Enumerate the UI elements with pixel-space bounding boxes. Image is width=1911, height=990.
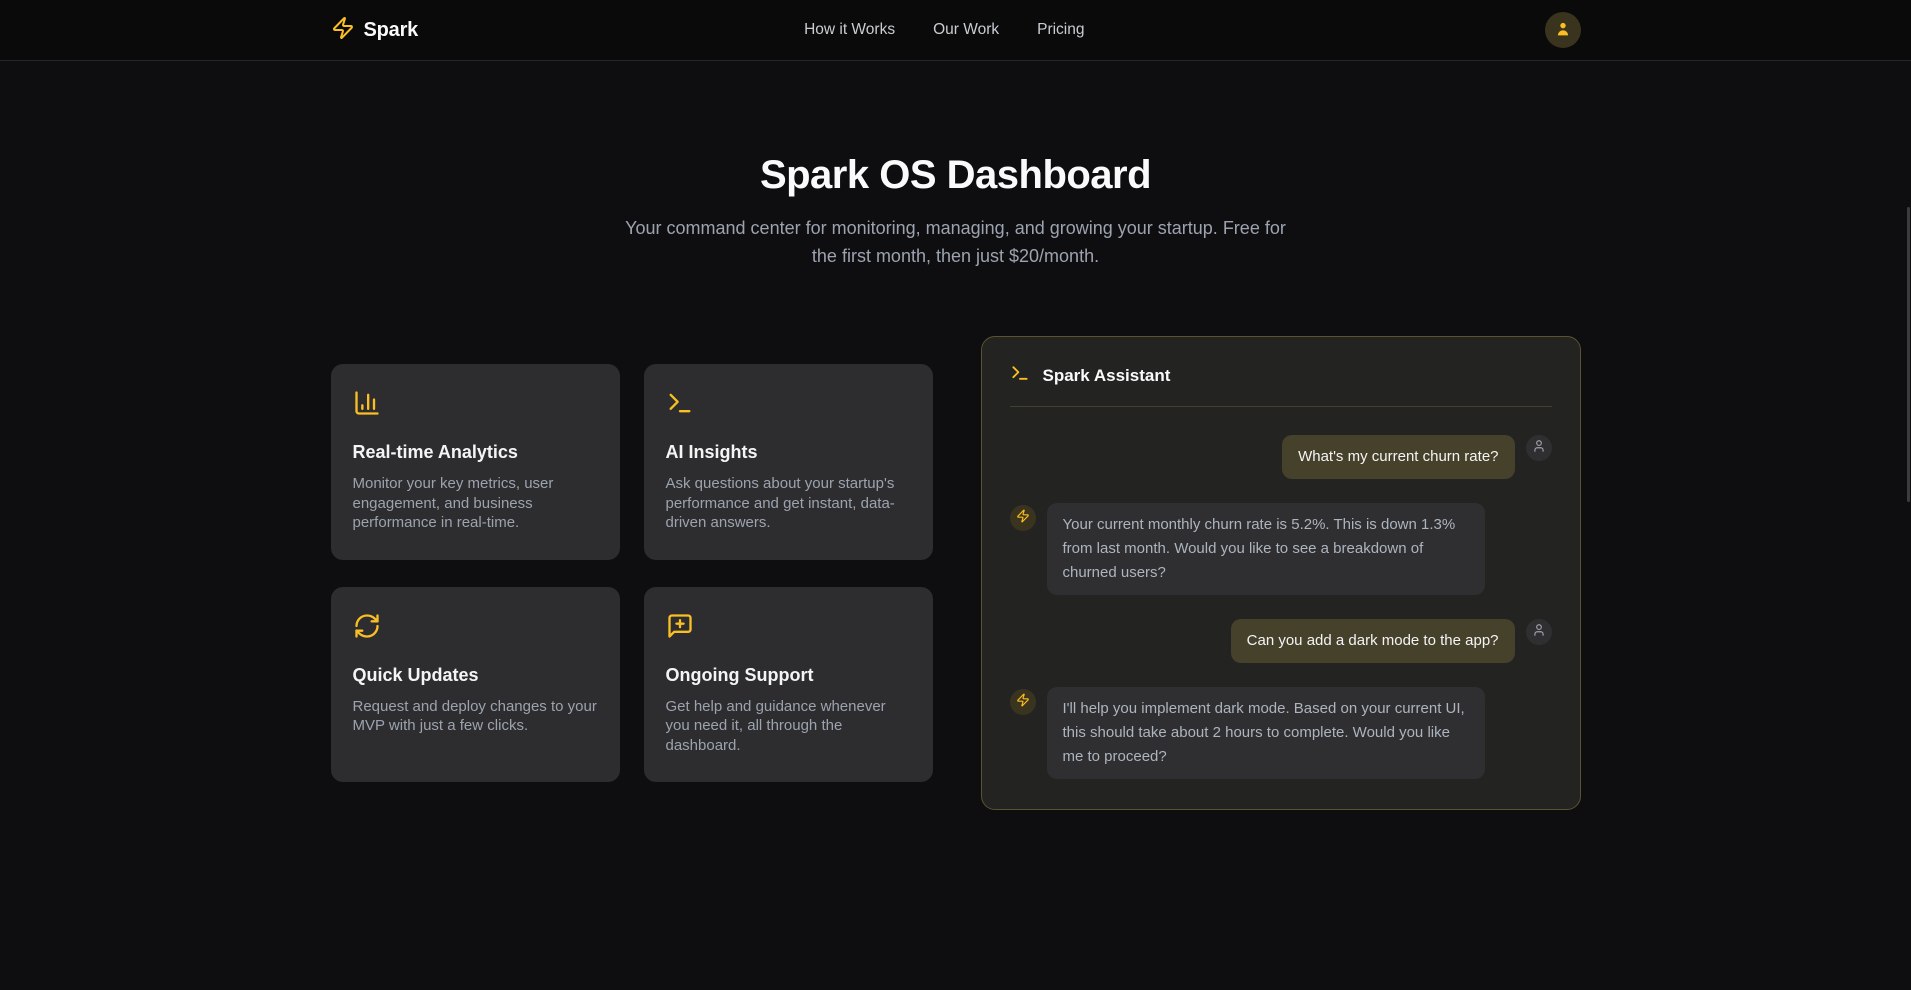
feature-title: AI Insights [666, 442, 911, 463]
assistant-avatar [1010, 689, 1036, 715]
main-nav: How it Works Our Work Pricing [804, 21, 1084, 39]
assistant-title: Spark Assistant [1043, 366, 1171, 386]
nav-link-how-it-works[interactable]: How it Works [804, 21, 895, 39]
zap-icon [1016, 509, 1030, 528]
feature-description: Get help and guidance whenever you need … [666, 697, 911, 756]
assistant-message-bubble: Your current monthly churn rate is 5.2%.… [1047, 503, 1485, 595]
user-message-bubble: What's my current churn rate? [1282, 435, 1514, 479]
terminal-icon [1010, 363, 1030, 388]
assistant-header: Spark Assistant [1010, 363, 1552, 407]
feature-card-realtime-analytics: Real-time Analytics Monitor your key met… [331, 364, 620, 560]
brand-name: Spark [364, 19, 419, 42]
feature-title: Ongoing Support [666, 665, 911, 686]
assistant-message: I'll help you implement dark mode. Based… [1010, 687, 1552, 779]
feature-card-ongoing-support: Ongoing Support Get help and guidance wh… [644, 587, 933, 783]
user-message: What's my current churn rate? [1010, 435, 1552, 479]
spark-assistant-panel: Spark Assistant What's my current churn … [981, 336, 1581, 810]
hero-section: Spark OS Dashboard Your command center f… [0, 61, 1911, 270]
feature-title: Real-time Analytics [353, 442, 598, 463]
terminal-icon [666, 389, 911, 417]
feature-grid: Real-time Analytics Monitor your key met… [331, 364, 933, 782]
user-avatar [1526, 435, 1552, 461]
zap-icon [331, 16, 355, 45]
assistant-avatar [1010, 505, 1036, 531]
user-icon [1532, 623, 1546, 642]
feature-card-quick-updates: Quick Updates Request and deploy changes… [331, 587, 620, 783]
feature-title: Quick Updates [353, 665, 598, 686]
user-avatar-button[interactable] [1545, 12, 1581, 48]
user-avatar [1526, 619, 1552, 645]
feature-description: Monitor your key metrics, user engagemen… [353, 474, 598, 533]
feature-description: Ask questions about your startup's perfo… [666, 474, 911, 533]
nav-link-pricing[interactable]: Pricing [1037, 21, 1084, 39]
vertical-scrollbar-thumb[interactable] [1907, 207, 1910, 502]
feature-description: Request and deploy changes to your MVP w… [353, 697, 598, 736]
user-icon [1554, 20, 1572, 41]
page-subtitle: Your command center for monitoring, mana… [616, 214, 1296, 270]
assistant-message-bubble: I'll help you implement dark mode. Based… [1047, 687, 1485, 779]
feature-card-ai-insights: AI Insights Ask questions about your sta… [644, 364, 933, 560]
nav-link-our-work[interactable]: Our Work [933, 21, 999, 39]
message-square-plus-icon [666, 612, 911, 640]
brand-logo[interactable]: Spark [331, 16, 419, 45]
top-nav: Spark How it Works Our Work Pricing [0, 0, 1911, 61]
user-message-bubble: Can you add a dark mode to the app? [1231, 619, 1515, 663]
assistant-message: Your current monthly churn rate is 5.2%.… [1010, 503, 1552, 595]
bar-chart-icon [353, 389, 598, 417]
main-content: Real-time Analytics Monitor your key met… [331, 336, 1581, 810]
message-list: What's my current churn rate? [1010, 435, 1552, 779]
user-icon [1532, 439, 1546, 458]
page-title: Spark OS Dashboard [0, 153, 1911, 198]
zap-icon [1016, 693, 1030, 712]
refresh-icon [353, 612, 598, 640]
user-message: Can you add a dark mode to the app? [1010, 619, 1552, 663]
